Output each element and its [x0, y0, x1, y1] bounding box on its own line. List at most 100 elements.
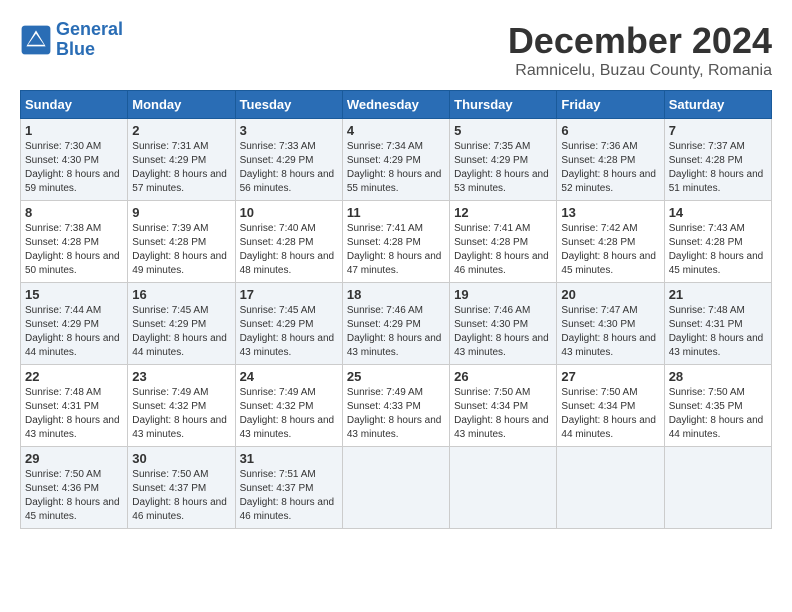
calendar-cell: 29 Sunrise: 7:50 AM Sunset: 4:36 PM Dayl…	[21, 447, 128, 529]
day-number: 17	[240, 287, 338, 302]
day-info: Sunrise: 7:51 AM Sunset: 4:37 PM Dayligh…	[240, 468, 338, 524]
calendar-cell: 2 Sunrise: 7:31 AM Sunset: 4:29 PM Dayli…	[128, 119, 235, 201]
title-section: December 2024 Ramnicelu, Buzau County, R…	[508, 20, 772, 80]
calendar-cell: 15 Sunrise: 7:44 AM Sunset: 4:29 PM Dayl…	[21, 283, 128, 365]
day-number: 20	[561, 287, 659, 302]
day-info: Sunrise: 7:45 AM Sunset: 4:29 PM Dayligh…	[132, 304, 230, 360]
calendar-cell	[450, 447, 557, 529]
day-number: 6	[561, 123, 659, 138]
calendar-cell: 27 Sunrise: 7:50 AM Sunset: 4:34 PM Dayl…	[557, 365, 664, 447]
weekday-header-friday: Friday	[557, 91, 664, 119]
calendar-cell: 20 Sunrise: 7:47 AM Sunset: 4:30 PM Dayl…	[557, 283, 664, 365]
day-info: Sunrise: 7:42 AM Sunset: 4:28 PM Dayligh…	[561, 222, 659, 278]
calendar-week-5: 29 Sunrise: 7:50 AM Sunset: 4:36 PM Dayl…	[21, 447, 772, 529]
calendar-table: SundayMondayTuesdayWednesdayThursdayFrid…	[20, 90, 772, 529]
day-info: Sunrise: 7:48 AM Sunset: 4:31 PM Dayligh…	[669, 304, 767, 360]
calendar-cell	[664, 447, 771, 529]
weekday-header-thursday: Thursday	[450, 91, 557, 119]
day-number: 25	[347, 369, 445, 384]
day-number: 12	[454, 205, 552, 220]
weekday-header-monday: Monday	[128, 91, 235, 119]
calendar-cell: 9 Sunrise: 7:39 AM Sunset: 4:28 PM Dayli…	[128, 201, 235, 283]
calendar-week-2: 8 Sunrise: 7:38 AM Sunset: 4:28 PM Dayli…	[21, 201, 772, 283]
logo-line1: General	[56, 19, 123, 39]
day-info: Sunrise: 7:46 AM Sunset: 4:30 PM Dayligh…	[454, 304, 552, 360]
day-number: 18	[347, 287, 445, 302]
day-info: Sunrise: 7:50 AM Sunset: 4:36 PM Dayligh…	[25, 468, 123, 524]
day-number: 27	[561, 369, 659, 384]
day-number: 10	[240, 205, 338, 220]
calendar-cell: 6 Sunrise: 7:36 AM Sunset: 4:28 PM Dayli…	[557, 119, 664, 201]
day-number: 31	[240, 451, 338, 466]
calendar-cell	[557, 447, 664, 529]
weekday-header-sunday: Sunday	[21, 91, 128, 119]
calendar-cell: 8 Sunrise: 7:38 AM Sunset: 4:28 PM Dayli…	[21, 201, 128, 283]
day-info: Sunrise: 7:43 AM Sunset: 4:28 PM Dayligh…	[669, 222, 767, 278]
day-info: Sunrise: 7:49 AM Sunset: 4:32 PM Dayligh…	[132, 386, 230, 442]
day-number: 16	[132, 287, 230, 302]
logo: General Blue	[20, 20, 123, 60]
day-info: Sunrise: 7:46 AM Sunset: 4:29 PM Dayligh…	[347, 304, 445, 360]
day-number: 15	[25, 287, 123, 302]
day-info: Sunrise: 7:31 AM Sunset: 4:29 PM Dayligh…	[132, 140, 230, 196]
day-number: 28	[669, 369, 767, 384]
calendar-cell: 24 Sunrise: 7:49 AM Sunset: 4:32 PM Dayl…	[235, 365, 342, 447]
month-title: December 2024	[508, 20, 772, 62]
calendar-cell: 25 Sunrise: 7:49 AM Sunset: 4:33 PM Dayl…	[342, 365, 449, 447]
day-number: 2	[132, 123, 230, 138]
day-number: 23	[132, 369, 230, 384]
weekday-header-row: SundayMondayTuesdayWednesdayThursdayFrid…	[21, 91, 772, 119]
day-number: 29	[25, 451, 123, 466]
day-info: Sunrise: 7:38 AM Sunset: 4:28 PM Dayligh…	[25, 222, 123, 278]
day-number: 19	[454, 287, 552, 302]
location-title: Ramnicelu, Buzau County, Romania	[508, 62, 772, 80]
day-number: 26	[454, 369, 552, 384]
calendar-week-1: 1 Sunrise: 7:30 AM Sunset: 4:30 PM Dayli…	[21, 119, 772, 201]
day-info: Sunrise: 7:47 AM Sunset: 4:30 PM Dayligh…	[561, 304, 659, 360]
day-number: 1	[25, 123, 123, 138]
header: General Blue December 2024 Ramnicelu, Bu…	[20, 20, 772, 80]
day-info: Sunrise: 7:49 AM Sunset: 4:33 PM Dayligh…	[347, 386, 445, 442]
calendar-cell: 3 Sunrise: 7:33 AM Sunset: 4:29 PM Dayli…	[235, 119, 342, 201]
calendar-cell: 23 Sunrise: 7:49 AM Sunset: 4:32 PM Dayl…	[128, 365, 235, 447]
day-info: Sunrise: 7:50 AM Sunset: 4:34 PM Dayligh…	[561, 386, 659, 442]
day-info: Sunrise: 7:39 AM Sunset: 4:28 PM Dayligh…	[132, 222, 230, 278]
logo-text: General Blue	[56, 20, 123, 60]
calendar-cell: 22 Sunrise: 7:48 AM Sunset: 4:31 PM Dayl…	[21, 365, 128, 447]
calendar-cell: 31 Sunrise: 7:51 AM Sunset: 4:37 PM Dayl…	[235, 447, 342, 529]
calendar-cell: 30 Sunrise: 7:50 AM Sunset: 4:37 PM Dayl…	[128, 447, 235, 529]
day-number: 7	[669, 123, 767, 138]
day-info: Sunrise: 7:44 AM Sunset: 4:29 PM Dayligh…	[25, 304, 123, 360]
calendar-cell: 14 Sunrise: 7:43 AM Sunset: 4:28 PM Dayl…	[664, 201, 771, 283]
calendar-cell: 16 Sunrise: 7:45 AM Sunset: 4:29 PM Dayl…	[128, 283, 235, 365]
calendar-cell: 18 Sunrise: 7:46 AM Sunset: 4:29 PM Dayl…	[342, 283, 449, 365]
day-info: Sunrise: 7:50 AM Sunset: 4:34 PM Dayligh…	[454, 386, 552, 442]
calendar-cell: 12 Sunrise: 7:41 AM Sunset: 4:28 PM Dayl…	[450, 201, 557, 283]
day-info: Sunrise: 7:34 AM Sunset: 4:29 PM Dayligh…	[347, 140, 445, 196]
day-number: 21	[669, 287, 767, 302]
calendar-cell: 26 Sunrise: 7:50 AM Sunset: 4:34 PM Dayl…	[450, 365, 557, 447]
calendar-cell: 17 Sunrise: 7:45 AM Sunset: 4:29 PM Dayl…	[235, 283, 342, 365]
calendar-cell: 10 Sunrise: 7:40 AM Sunset: 4:28 PM Dayl…	[235, 201, 342, 283]
day-info: Sunrise: 7:30 AM Sunset: 4:30 PM Dayligh…	[25, 140, 123, 196]
day-info: Sunrise: 7:40 AM Sunset: 4:28 PM Dayligh…	[240, 222, 338, 278]
day-number: 4	[347, 123, 445, 138]
calendar-cell	[342, 447, 449, 529]
calendar-week-3: 15 Sunrise: 7:44 AM Sunset: 4:29 PM Dayl…	[21, 283, 772, 365]
day-info: Sunrise: 7:41 AM Sunset: 4:28 PM Dayligh…	[347, 222, 445, 278]
calendar-cell: 4 Sunrise: 7:34 AM Sunset: 4:29 PM Dayli…	[342, 119, 449, 201]
day-info: Sunrise: 7:48 AM Sunset: 4:31 PM Dayligh…	[25, 386, 123, 442]
day-info: Sunrise: 7:50 AM Sunset: 4:35 PM Dayligh…	[669, 386, 767, 442]
day-info: Sunrise: 7:36 AM Sunset: 4:28 PM Dayligh…	[561, 140, 659, 196]
calendar-cell: 1 Sunrise: 7:30 AM Sunset: 4:30 PM Dayli…	[21, 119, 128, 201]
day-number: 14	[669, 205, 767, 220]
day-info: Sunrise: 7:37 AM Sunset: 4:28 PM Dayligh…	[669, 140, 767, 196]
day-number: 3	[240, 123, 338, 138]
calendar-cell: 11 Sunrise: 7:41 AM Sunset: 4:28 PM Dayl…	[342, 201, 449, 283]
day-info: Sunrise: 7:49 AM Sunset: 4:32 PM Dayligh…	[240, 386, 338, 442]
day-info: Sunrise: 7:35 AM Sunset: 4:29 PM Dayligh…	[454, 140, 552, 196]
calendar-cell: 5 Sunrise: 7:35 AM Sunset: 4:29 PM Dayli…	[450, 119, 557, 201]
weekday-header-saturday: Saturday	[664, 91, 771, 119]
day-number: 22	[25, 369, 123, 384]
calendar-week-4: 22 Sunrise: 7:48 AM Sunset: 4:31 PM Dayl…	[21, 365, 772, 447]
